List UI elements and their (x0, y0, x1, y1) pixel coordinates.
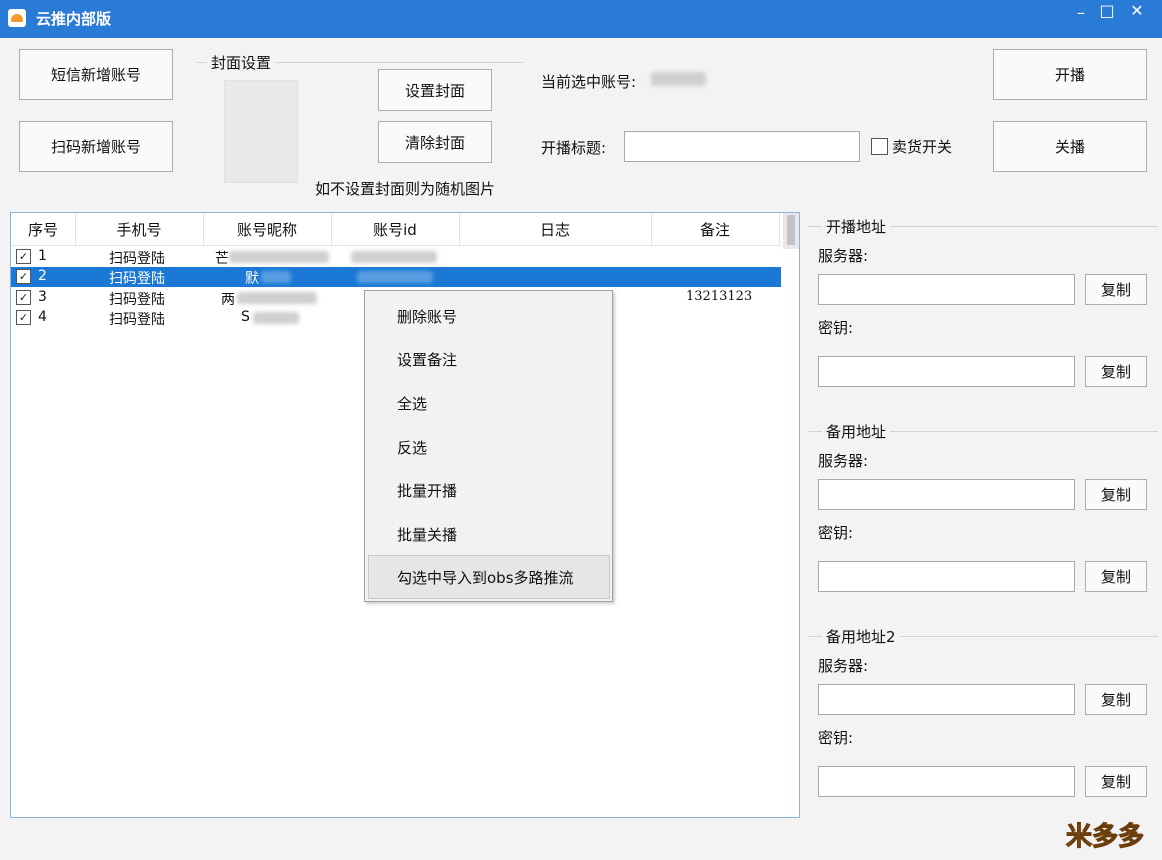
row-phone: 扫码登陆 (109, 312, 165, 328)
sms-add-account-button[interactable]: 短信新增账号 (19, 49, 173, 100)
menu-item-delete-account[interactable]: 删除账号 (397, 306, 457, 327)
column-phone[interactable]: 手机号 (75, 213, 204, 245)
row-nickname: 默 (245, 271, 259, 287)
server-input[interactable] (818, 684, 1075, 715)
row-id-redacted (351, 251, 437, 263)
sell-toggle-label: 卖货开关 (892, 138, 953, 156)
title-bar: 云推内部版 – □ ✕ (0, 0, 1162, 38)
menu-item-import-obs[interactable]: 勾选中导入到obs多路推流 (397, 567, 574, 588)
watermark-logo: 米多多 (1065, 822, 1145, 853)
server-label: 服务器: (818, 247, 869, 265)
column-note[interactable]: 备注 (651, 213, 780, 245)
server-input[interactable] (818, 274, 1075, 305)
row-nickname: 芒 (215, 251, 229, 267)
maximize-button[interactable]: □ (1092, 3, 1122, 26)
row-checkbox[interactable]: ✓ (16, 269, 31, 284)
backup-address-title: 备用地址 (822, 421, 891, 442)
key-input[interactable] (818, 561, 1075, 592)
app-icon (8, 9, 26, 27)
column-log[interactable]: 日志 (459, 213, 652, 245)
menu-item-invert-selection[interactable]: 反选 (397, 437, 427, 458)
close-button[interactable]: ✕ (1122, 3, 1152, 26)
backup-address-2-title: 备用地址2 (822, 626, 900, 647)
table-header: 序号 手机号 账号昵称 账号id 日志 备注 (11, 213, 781, 246)
column-nickname[interactable]: 账号昵称 (203, 213, 332, 245)
current-account-label: 当前选中账号: (541, 73, 637, 91)
row-checkbox[interactable]: ✓ (16, 249, 31, 264)
key-input[interactable] (818, 356, 1075, 387)
row-phone: 扫码登陆 (109, 271, 165, 287)
row-index: 4 (38, 309, 47, 325)
key-label: 密钥: (818, 319, 854, 337)
row-index: 1 (38, 248, 47, 264)
copy-server-button[interactable]: 复制 (1085, 479, 1147, 510)
server-label: 服务器: (818, 657, 869, 675)
key-label: 密钥: (818, 729, 854, 747)
row-checkbox[interactable]: ✓ (16, 310, 31, 325)
cover-hint: 如不设置封面则为随机图片 (315, 180, 496, 198)
copy-server-button[interactable]: 复制 (1085, 274, 1147, 305)
column-account-id[interactable]: 账号id (331, 213, 460, 245)
stream-address-title: 开播地址 (822, 216, 891, 237)
table-scrollbar[interactable] (783, 213, 799, 249)
row-nickname-redacted (261, 271, 291, 283)
copy-key-button[interactable]: 复制 (1085, 356, 1147, 387)
row-phone: 扫码登陆 (109, 292, 165, 308)
set-cover-button[interactable]: 设置封面 (378, 69, 492, 111)
stop-stream-button[interactable]: 关播 (993, 121, 1147, 172)
context-menu: 删除账号 设置备注 全选 反选 批量开播 批量关播 勾选中导入到obs多路推流 (364, 290, 613, 602)
menu-item-set-note[interactable]: 设置备注 (397, 349, 457, 370)
stream-title-input[interactable] (624, 131, 860, 162)
cover-group-title: 封面设置 (207, 52, 276, 73)
server-label: 服务器: (818, 452, 869, 470)
table-row-selected[interactable]: ✓ 2 扫码登陆 默 (11, 267, 781, 287)
row-nickname-redacted (229, 251, 329, 263)
row-nickname: S (241, 309, 250, 325)
menu-item-batch-stop[interactable]: 批量关播 (397, 524, 457, 545)
row-note: 13213123 (686, 289, 753, 304)
server-input[interactable] (818, 479, 1075, 510)
row-phone: 扫码登陆 (109, 251, 165, 267)
copy-key-button[interactable]: 复制 (1085, 561, 1147, 592)
row-nickname-redacted (237, 292, 317, 304)
menu-item-select-all[interactable]: 全选 (397, 393, 427, 414)
row-nickname-redacted (253, 312, 299, 324)
table-row[interactable]: ✓ 1 扫码登陆 芒 (11, 247, 781, 267)
menu-item-batch-start[interactable]: 批量开播 (397, 480, 457, 501)
current-account-value (651, 72, 706, 86)
row-checkbox[interactable]: ✓ (16, 290, 31, 305)
copy-key-button[interactable]: 复制 (1085, 766, 1147, 797)
row-nickname: 两 (221, 292, 235, 308)
cover-preview-image (224, 80, 298, 183)
clear-cover-button[interactable]: 清除封面 (378, 121, 492, 163)
stream-title-label: 开播标题: (541, 139, 607, 157)
start-stream-button[interactable]: 开播 (993, 49, 1147, 100)
row-index: 2 (38, 268, 47, 284)
sell-toggle-checkbox[interactable] (871, 138, 888, 155)
window-title: 云推内部版 (36, 10, 112, 28)
row-id-redacted (357, 271, 433, 283)
column-index[interactable]: 序号 (11, 213, 76, 245)
key-label: 密钥: (818, 524, 854, 542)
copy-server-button[interactable]: 复制 (1085, 684, 1147, 715)
row-index: 3 (38, 289, 47, 305)
key-input[interactable] (818, 766, 1075, 797)
scan-add-account-button[interactable]: 扫码新增账号 (19, 121, 173, 172)
